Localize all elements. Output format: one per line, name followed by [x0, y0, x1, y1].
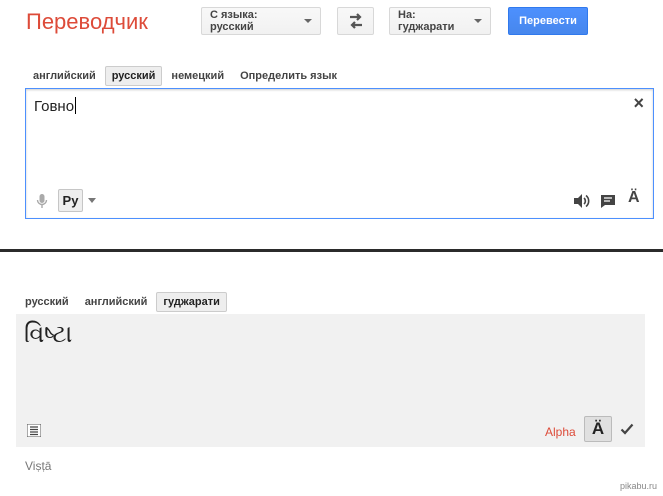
result-tab-russian[interactable]: русский: [18, 292, 76, 312]
clear-icon[interactable]: ×: [633, 93, 644, 114]
input-tools-button[interactable]: Ру: [58, 189, 83, 212]
source-tab-russian[interactable]: русский: [104, 66, 163, 86]
text-cursor: [75, 97, 77, 114]
swap-arrows-icon: [347, 13, 365, 29]
list-icon[interactable]: [27, 424, 41, 437]
chat-bubble-icon[interactable]: [600, 194, 616, 209]
alpha-label: Alpha: [545, 425, 576, 439]
microphone-icon[interactable]: [36, 193, 48, 209]
source-tab-english[interactable]: английский: [26, 66, 103, 86]
source-text-value: Говно: [34, 98, 75, 115]
result-tab-gujarati[interactable]: гуджарати: [156, 292, 227, 312]
source-language-dropdown[interactable]: С языка: русский: [201, 7, 321, 35]
transliteration-text: Viṣṭā: [25, 459, 52, 473]
source-text[interactable]: Говно: [34, 97, 77, 115]
source-language-dropdown-label: С языка: русский: [210, 9, 258, 33]
font-icon[interactable]: Ä: [584, 416, 612, 442]
swap-languages-button[interactable]: [337, 7, 374, 35]
divider: [0, 249, 663, 252]
chevron-down-icon[interactable]: [88, 198, 96, 203]
translation-text[interactable]: વિષ્ટા: [24, 320, 72, 348]
source-language-tabs: английский русский немецкий Определить я…: [26, 66, 346, 86]
result-tab-english[interactable]: английский: [78, 292, 155, 312]
chevron-down-icon: [304, 19, 312, 23]
target-language-dropdown[interactable]: На: гуджарати: [389, 7, 491, 35]
speaker-icon[interactable]: [573, 193, 590, 209]
app-logo[interactable]: Переводчик: [26, 9, 148, 35]
font-icon[interactable]: Ä: [628, 189, 640, 207]
target-language-dropdown-label: На: гуджарати: [398, 9, 455, 33]
translate-button[interactable]: Перевести: [508, 7, 588, 35]
source-tab-german[interactable]: немецкий: [164, 66, 231, 86]
result-language-tabs: русский английский гуджарати: [18, 292, 229, 312]
result-box: વિષ્ટા Alpha Ä: [16, 314, 645, 447]
source-text-area[interactable]: Говно × Ру Ä: [25, 88, 654, 219]
watermark: pikabu.ru: [619, 481, 657, 491]
source-tab-detect-language[interactable]: Определить язык: [233, 66, 344, 86]
chevron-down-icon: [474, 19, 482, 23]
checkmark-icon[interactable]: [620, 423, 634, 435]
